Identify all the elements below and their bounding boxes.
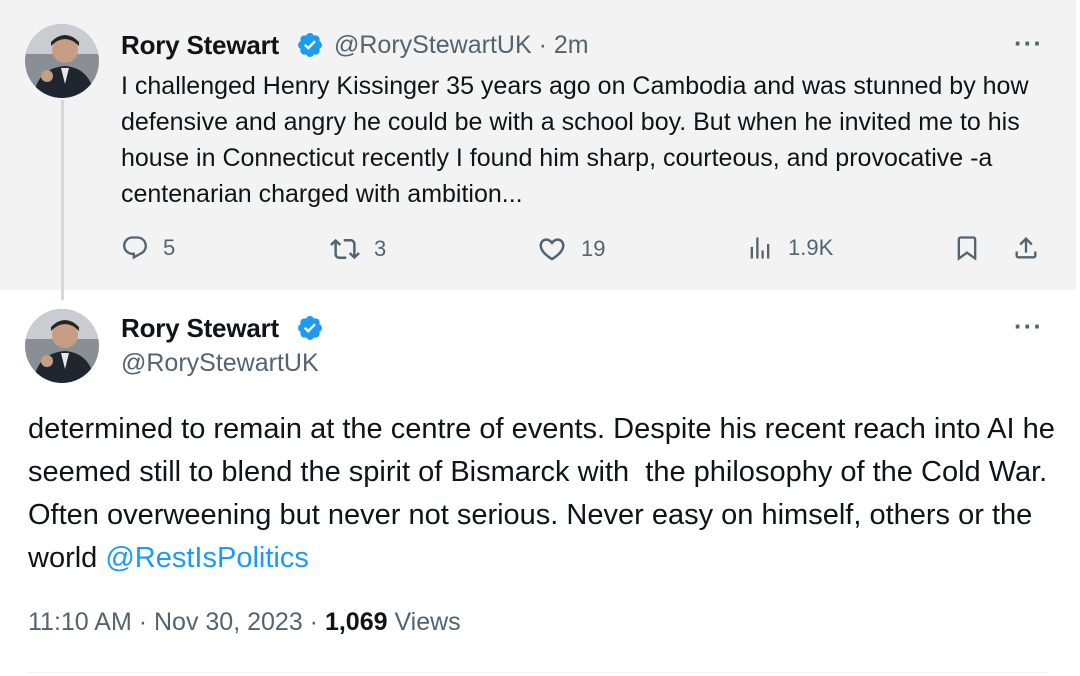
like-icon: [539, 238, 565, 261]
divider: [28, 672, 1048, 673]
views-label: Views: [387, 608, 461, 636]
share-icon: [1015, 237, 1037, 259]
repost-count: 3: [374, 236, 387, 261]
repost-icon: [330, 238, 360, 260]
author-handle[interactable]: @RoryStewartUK: [121, 349, 319, 378]
reply-count: 5: [163, 235, 176, 260]
author-name[interactable]: Rory Stewart: [121, 313, 279, 344]
tweet-time[interactable]: 11:10 AM: [28, 608, 132, 636]
reply-icon: [123, 236, 147, 260]
tweet-date[interactable]: Nov 30, 2023: [154, 608, 303, 636]
tweet-text: I challenged Henry Kissinger 35 years ag…: [121, 72, 1029, 208]
tweet-text: determined to remain at the centre of ev…: [28, 408, 1058, 580]
parent-handle-line: @RoryStewartUK · 2m: [334, 31, 589, 60]
more-icon[interactable]: ···: [1014, 28, 1043, 59]
author-name[interactable]: Rory Stewart: [121, 30, 279, 61]
separator-dot: ·: [131, 608, 154, 636]
tweet-actions: 5 3 19 1.9K: [0, 226, 1076, 276]
views-count: 1.9K: [788, 235, 834, 260]
bookmark-button[interactable]: [953, 234, 995, 262]
views-button[interactable]: 1.9K: [746, 234, 833, 262]
avatar[interactable]: [25, 309, 99, 383]
share-button[interactable]: [1012, 234, 1054, 262]
right-edge: [1076, 0, 1080, 676]
avatar[interactable]: [25, 24, 99, 98]
like-count: 19: [581, 236, 606, 261]
bookmark-icon: [957, 236, 977, 261]
separator-dot: ·: [302, 608, 325, 636]
verified-badge-icon: [298, 33, 322, 57]
views-icon: [750, 237, 770, 259]
verified-badge-icon: [298, 316, 322, 340]
view-count: 1,069: [324, 608, 388, 636]
timestamp[interactable]: 2m: [554, 31, 589, 59]
more-icon[interactable]: ···: [1014, 311, 1043, 342]
tweet-meta: 11:10 AM · Nov 30, 2023 · 1,069 Views: [28, 608, 461, 637]
repost-button[interactable]: 3: [330, 234, 386, 264]
mention-link[interactable]: @RestIsPolitics: [105, 542, 308, 574]
separator-dot: ·: [538, 31, 547, 59]
author-handle[interactable]: @RoryStewartUK: [334, 31, 532, 59]
like-button[interactable]: 19: [537, 234, 605, 264]
reply-button[interactable]: 5: [121, 234, 175, 262]
